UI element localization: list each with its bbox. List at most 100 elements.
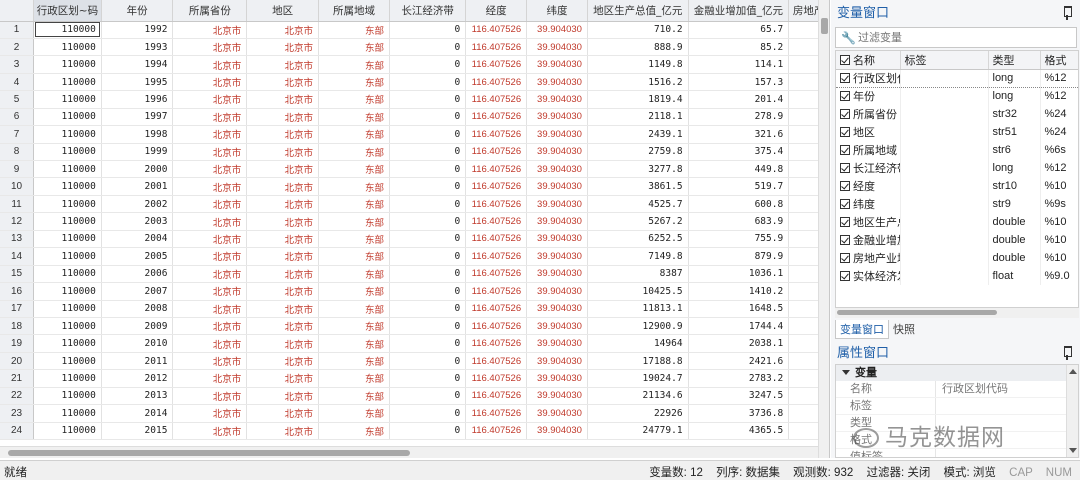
cell-finance[interactable]: 114.1 <box>688 55 790 74</box>
cell-province[interactable]: 北京市 <box>172 125 248 144</box>
cell-city[interactable]: 北京市 <box>246 387 320 406</box>
cell-year[interactable]: 2004 <box>101 230 174 249</box>
cell-year[interactable]: 2009 <box>101 317 174 336</box>
cell-region-code[interactable]: 110000 <box>33 352 102 371</box>
cell-year[interactable]: 2007 <box>101 282 174 301</box>
cell-city[interactable]: 北京市 <box>246 230 320 249</box>
cell-area[interactable]: 东部 <box>318 108 391 127</box>
cell-province[interactable]: 北京市 <box>172 282 248 301</box>
column-header[interactable]: 所属地域 <box>318 0 391 22</box>
column-header[interactable]: 纬度 <box>526 0 588 22</box>
cell-province[interactable]: 北京市 <box>172 195 248 214</box>
variables-list[interactable]: 名称 标签 类型 格式 行政区划代...long%12年份long%12所属省份… <box>835 50 1079 308</box>
table-row[interactable]: 14 110000 2005 北京市 北京市 东部 0 116.407526 39.904030… <box>0 247 829 266</box>
cell-gdp[interactable]: 2439.1 <box>587 125 689 144</box>
cell-gdp[interactable]: 21134.6 <box>587 387 689 406</box>
column-header[interactable]: 行政区划~码 <box>33 0 102 22</box>
table-row[interactable]: 8 110000 1999 北京市 北京市 东部 0 116.407526 39.904030 2… <box>0 143 829 162</box>
checkbox-icon[interactable] <box>840 199 850 209</box>
cell-longitude[interactable]: 116.407526 <box>465 177 528 196</box>
variable-name-cell[interactable]: 实体经济发... <box>836 267 901 285</box>
horizontal-scrollbar[interactable] <box>0 446 818 458</box>
cell-gdp[interactable]: 5267.2 <box>587 212 689 231</box>
cell-latitude[interactable]: 39.904030 <box>526 334 588 353</box>
pin-icon[interactable] <box>1062 6 1072 20</box>
checkbox-icon[interactable] <box>840 73 850 83</box>
cell-longitude[interactable]: 116.407526 <box>465 247 528 266</box>
cell-longitude[interactable]: 116.407526 <box>465 317 528 336</box>
cell-latitude[interactable]: 39.904030 <box>526 143 588 162</box>
variable-name-cell[interactable]: 经度 <box>836 177 901 195</box>
cell-longitude[interactable]: 116.407526 <box>465 55 528 74</box>
table-row[interactable]: 1 110000 1992 北京市 北京市 东部 0 116.407526 39.904030 7… <box>0 21 829 39</box>
column-header[interactable]: 经度 <box>465 0 528 22</box>
row-number[interactable]: 21 <box>0 369 35 388</box>
cell-region-code[interactable]: 110000 <box>33 55 102 74</box>
row-number[interactable]: 13 <box>0 230 35 249</box>
variable-row[interactable]: 经度 str10 %10 <box>836 177 1078 195</box>
cell-year[interactable]: 2002 <box>101 195 174 214</box>
column-header[interactable]: 地区生产总值_亿元 <box>587 0 689 22</box>
cell-gdp[interactable]: 11813.1 <box>587 300 689 318</box>
cell-gdp[interactable]: 10425.5 <box>587 282 689 301</box>
cell-longitude[interactable]: 116.407526 <box>465 300 528 318</box>
cell-yangtze[interactable]: 0 <box>389 300 467 318</box>
cell-finance[interactable]: 2783.2 <box>688 369 790 388</box>
variable-row[interactable]: 所属地域 str6 %6s <box>836 141 1078 159</box>
cell-year[interactable]: 2000 <box>101 160 174 179</box>
cell-longitude[interactable]: 116.407526 <box>465 334 528 353</box>
cell-yangtze[interactable]: 0 <box>389 230 467 249</box>
cell-city[interactable]: 北京市 <box>246 160 320 179</box>
cell-region-code[interactable]: 110000 <box>33 143 102 162</box>
cell-yangtze[interactable]: 0 <box>389 143 467 162</box>
cell-area[interactable]: 东部 <box>318 55 391 74</box>
row-number[interactable]: 10 <box>0 177 35 196</box>
cell-region-code[interactable]: 110000 <box>33 90 102 109</box>
column-header[interactable]: 地区 <box>246 0 320 22</box>
cell-yangtze[interactable]: 0 <box>389 369 467 388</box>
table-row[interactable]: 22 110000 2013 北京市 北京市 东部 0 116.407526 39.904030… <box>0 387 829 406</box>
cell-region-code[interactable]: 110000 <box>33 247 102 266</box>
cell-latitude[interactable]: 39.904030 <box>526 212 588 231</box>
variable-row[interactable]: 地区 str51 %24 <box>836 123 1078 141</box>
cell-region-code[interactable]: 110000 <box>33 125 102 144</box>
cell-city[interactable]: 北京市 <box>246 125 320 144</box>
cell-longitude[interactable]: 116.407526 <box>465 195 528 214</box>
cell-city[interactable]: 北京市 <box>246 404 320 423</box>
cell-finance[interactable]: 1744.4 <box>688 317 790 336</box>
property-value[interactable] <box>936 398 942 414</box>
cell-city[interactable]: 北京市 <box>246 195 320 214</box>
table-row[interactable]: 23 110000 2014 北京市 北京市 东部 0 116.407526 39.904030… <box>0 404 829 423</box>
cell-latitude[interactable]: 39.904030 <box>526 230 588 249</box>
variable-name-cell[interactable]: 地区生产总... <box>836 213 901 231</box>
cell-yangtze[interactable]: 0 <box>389 282 467 301</box>
cell-yangtze[interactable]: 0 <box>389 247 467 266</box>
cell-latitude[interactable]: 39.904030 <box>526 404 588 423</box>
scroll-down-icon[interactable] <box>1069 448 1077 453</box>
cell-year[interactable]: 2014 <box>101 404 174 423</box>
cell-region-code[interactable]: 110000 <box>33 334 102 353</box>
variable-name-cell[interactable]: 行政区划代... <box>836 68 901 88</box>
checkbox-icon[interactable] <box>840 163 850 173</box>
cell-region-code[interactable]: 110000 <box>33 195 102 214</box>
cell-area[interactable]: 东部 <box>318 282 391 301</box>
cell-gdp[interactable]: 17188.8 <box>587 352 689 371</box>
variables-header-format[interactable]: 格式 <box>1040 51 1078 70</box>
scroll-thumb[interactable] <box>837 310 997 315</box>
row-number[interactable]: 22 <box>0 387 35 406</box>
cell-longitude[interactable]: 116.407526 <box>465 387 528 406</box>
cell-city[interactable]: 北京市 <box>246 300 320 318</box>
property-row[interactable]: 标签 <box>836 398 1078 415</box>
cell-region-code[interactable]: 110000 <box>33 177 102 196</box>
table-row[interactable]: 10 110000 2001 北京市 北京市 东部 0 116.407526 39.904030… <box>0 177 829 196</box>
pin-icon[interactable] <box>1062 346 1072 360</box>
cell-gdp[interactable]: 710.2 <box>587 21 689 39</box>
cell-area[interactable]: 东部 <box>318 369 391 388</box>
variable-row[interactable]: 行政区划代... long%12 <box>836 68 1078 88</box>
cell-longitude[interactable]: 116.407526 <box>465 125 528 144</box>
column-header[interactable]: 长江经济带 <box>389 0 467 22</box>
cell-city[interactable]: 北京市 <box>246 90 320 109</box>
cell-region-code[interactable]: 110000 <box>33 387 102 406</box>
cell-finance[interactable]: 683.9 <box>688 212 790 231</box>
table-row[interactable]: 12 110000 2003 北京市 北京市 东部 0 116.407526 39.904030… <box>0 212 829 231</box>
